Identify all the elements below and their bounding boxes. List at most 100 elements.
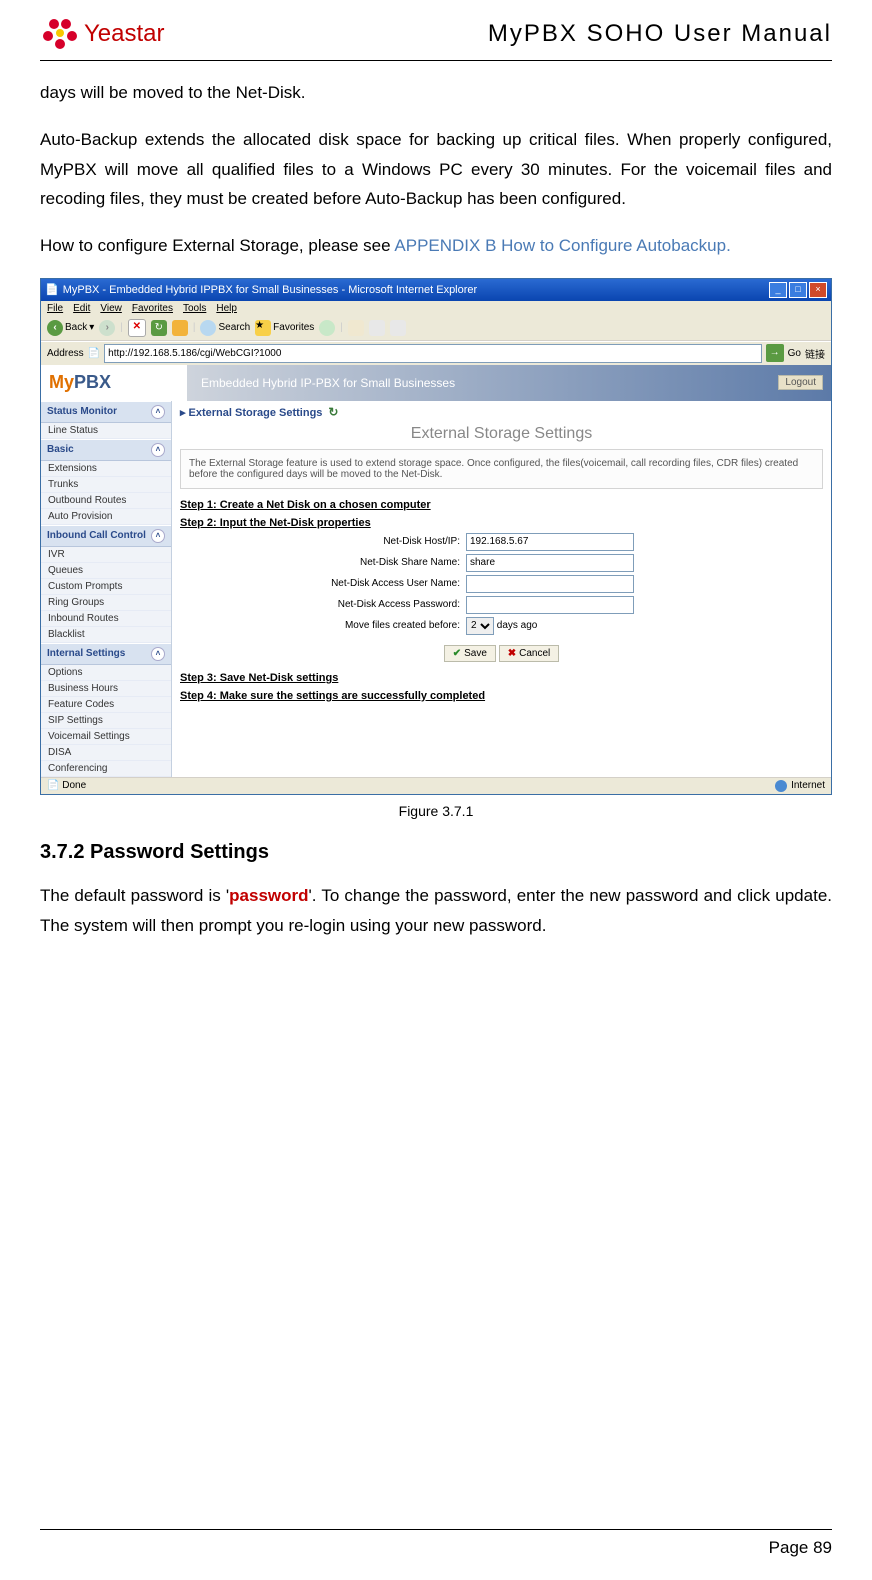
window-title: MyPBX - Embedded Hybrid IPPBX for Small …: [63, 284, 478, 296]
sidebar-item[interactable]: Outbound Routes: [41, 493, 171, 509]
chevron-icon: ˄: [151, 405, 165, 419]
body-paragraph: Auto-Backup extends the allocated disk s…: [40, 125, 832, 214]
minimize-button[interactable]: _: [769, 282, 787, 298]
sidebar-group-title: Inbound Call Control: [47, 530, 146, 541]
section-heading: 3.7.2 Password Settings: [40, 841, 832, 864]
user-input[interactable]: [466, 575, 634, 593]
header-rule: [40, 60, 832, 61]
save-button[interactable]: ✔Save: [444, 645, 496, 662]
field-label: Move files created before:: [180, 620, 466, 631]
share-input[interactable]: [466, 554, 634, 572]
sidebar-item[interactable]: Trunks: [41, 477, 171, 493]
sidebar-item[interactable]: Conferencing: [41, 761, 171, 777]
window-titlebar: 📄 MyPBX - Embedded Hybrid IPPBX for Smal…: [41, 279, 831, 301]
brand-logo: Yeastar: [40, 14, 165, 54]
sidebar-item[interactable]: Custom Prompts: [41, 579, 171, 595]
page-number: Page 89: [40, 1538, 832, 1558]
body-paragraph: The default password is 'password'. To c…: [40, 881, 832, 941]
step-heading: Step 1: Create a Net Disk on a chosen co…: [180, 499, 823, 511]
back-icon: ‹: [47, 320, 63, 336]
sidebar-item[interactable]: Extensions: [41, 461, 171, 477]
breadcrumb: ▸External Storage Settings ↻: [180, 405, 823, 419]
ie-page-icon: 📄: [45, 283, 59, 296]
menu-help[interactable]: Help: [216, 303, 237, 314]
sidebar: Status Monitor˄ Line Status Basic ˄ Exten…: [41, 401, 172, 777]
chevron-icon: ˄: [151, 443, 165, 457]
cancel-button[interactable]: ✖Cancel: [499, 645, 560, 662]
mail-button[interactable]: [348, 320, 364, 336]
menu-tools[interactable]: Tools: [183, 303, 206, 314]
sidebar-item[interactable]: Feature Codes: [41, 697, 171, 713]
menu-favorites[interactable]: Favorites: [132, 303, 173, 314]
menu-edit[interactable]: Edit: [73, 303, 90, 314]
back-button[interactable]: ‹Back ▾: [47, 320, 94, 336]
maximize-button[interactable]: □: [789, 282, 807, 298]
history-button[interactable]: [319, 320, 335, 336]
app-tagline: Embedded Hybrid IP-PBX for Small Busines…: [201, 376, 455, 390]
sidebar-item[interactable]: Inbound Routes: [41, 611, 171, 627]
close-button[interactable]: ×: [809, 282, 827, 298]
field-label: Net-Disk Share Name:: [180, 557, 466, 568]
app-logo: MyPBX: [41, 365, 187, 401]
days-select[interactable]: 2: [466, 617, 494, 635]
panel-title: External Storage Settings: [180, 425, 823, 443]
sidebar-item[interactable]: SIP Settings: [41, 713, 171, 729]
refresh-button[interactable]: ↻: [151, 320, 167, 336]
days-ago-label: days ago: [497, 620, 538, 631]
body-text: How to configure External Storage, pleas…: [40, 236, 394, 255]
edit-button[interactable]: [390, 320, 406, 336]
sidebar-group-basic[interactable]: Basic ˄: [41, 439, 171, 461]
sidebar-item[interactable]: DISA: [41, 745, 171, 761]
favorites-label: Favorites: [273, 322, 314, 333]
step-heading: Step 3: Save Net-Disk settings: [180, 672, 823, 684]
step-heading: Step 2: Input the Net-Disk properties: [180, 517, 823, 529]
arrow-icon: ▸: [180, 407, 186, 419]
sidebar-group-internal[interactable]: Internal Settings˄: [41, 643, 171, 665]
internet-icon: [775, 780, 787, 792]
field-label: Net-Disk Access User Name:: [180, 578, 466, 589]
close-icon: ✖: [508, 648, 516, 659]
host-input[interactable]: [466, 533, 634, 551]
body-paragraph: days will be moved to the Net-Disk.: [40, 78, 832, 108]
brand-name: Yeastar: [84, 20, 165, 48]
logout-button[interactable]: Logout: [778, 375, 823, 390]
go-button[interactable]: →: [766, 344, 784, 362]
cancel-label: Cancel: [519, 648, 550, 659]
sidebar-item[interactable]: Ring Groups: [41, 595, 171, 611]
field-label: Net-Disk Host/IP:: [180, 536, 466, 547]
sidebar-group-inbound[interactable]: Inbound Call Control˄: [41, 525, 171, 547]
sidebar-item[interactable]: Queues: [41, 563, 171, 579]
field-label: Net-Disk Access Password:: [180, 599, 466, 610]
sidebar-item[interactable]: Business Hours: [41, 681, 171, 697]
favorites-button[interactable]: ★Favorites: [255, 320, 314, 336]
body-paragraph: How to configure External Storage, pleas…: [40, 231, 832, 261]
search-button[interactable]: Search: [200, 320, 250, 336]
address-input[interactable]: [104, 344, 762, 363]
sidebar-item[interactable]: Blacklist: [41, 627, 171, 643]
back-label: Back: [65, 322, 87, 333]
print-button[interactable]: [369, 320, 385, 336]
menu-view[interactable]: View: [100, 303, 122, 314]
sidebar-group-title: Internal Settings: [47, 648, 125, 659]
refresh-icon[interactable]: ↻: [328, 405, 338, 419]
default-password: password: [229, 886, 308, 905]
sidebar-item[interactable]: Auto Provision: [41, 509, 171, 525]
home-button[interactable]: [172, 320, 188, 336]
sidebar-item[interactable]: Voicemail Settings: [41, 729, 171, 745]
sidebar-item[interactable]: IVR: [41, 547, 171, 563]
password-input[interactable]: [466, 596, 634, 614]
sidebar-group-title: Basic: [47, 444, 74, 455]
appendix-link[interactable]: APPENDIX B How to Configure Autobackup.: [394, 236, 730, 255]
links-label[interactable]: 链接: [805, 346, 825, 361]
menu-file[interactable]: File: [47, 303, 63, 314]
sidebar-group-status[interactable]: Status Monitor˄: [41, 401, 171, 423]
star-icon: ★: [255, 320, 271, 336]
sidebar-item[interactable]: Options: [41, 665, 171, 681]
breadcrumb-text: External Storage Settings: [189, 407, 323, 419]
forward-button[interactable]: ›: [99, 320, 115, 336]
search-label: Search: [218, 322, 250, 333]
sidebar-item[interactable]: Line Status: [41, 423, 171, 439]
main-panel: ▸External Storage Settings↻ External Sto…: [172, 401, 831, 777]
app-header: MyPBX Embedded Hybrid IP-PBX for Small B…: [41, 365, 831, 401]
stop-button[interactable]: ✕: [128, 319, 146, 337]
